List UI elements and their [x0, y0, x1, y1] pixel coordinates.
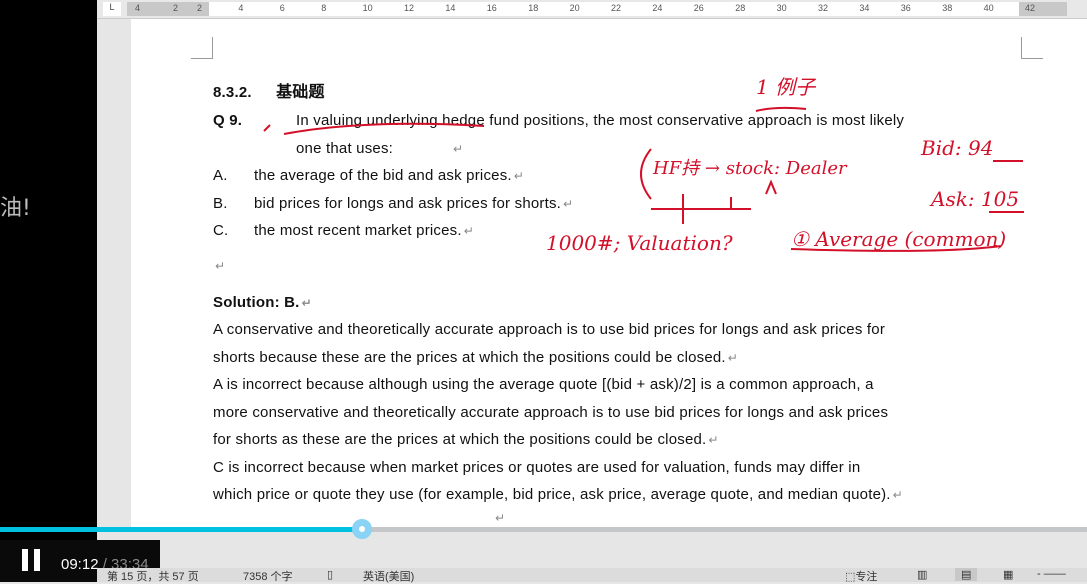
ruler-tick: 34: [859, 3, 870, 13]
document-page[interactable]: 8.3.2. 基础题 Q 9. In valuing underlying he…: [131, 19, 1087, 529]
zoom-slider[interactable]: - ——: [1037, 568, 1066, 580]
annotation-valuation: 1000#; Valuation?: [546, 231, 733, 255]
ruler-tick: 36: [900, 3, 911, 13]
annotation-hf-stock: HF持 → stock: Dealer: [653, 158, 847, 179]
ruler-tick: 32: [818, 3, 829, 13]
ruler-tick: 2: [173, 3, 179, 13]
ruler-tick: 24: [652, 3, 663, 13]
video-left-area: 油!: [0, 0, 97, 582]
annotation-ask: Ask: 105: [931, 187, 1020, 211]
ruler-tick: 22: [611, 3, 622, 13]
underline-hedge-fund: [263, 122, 485, 135]
ruler-tick: 14: [445, 3, 456, 13]
ruler-tick: 16: [486, 3, 497, 13]
ruler-tick: 28: [735, 3, 746, 13]
ruler-tick: 30: [776, 3, 787, 13]
ruler-tick: 40: [983, 3, 994, 13]
ruler-tick: 18: [528, 3, 539, 13]
annotation-average: ① Average (common): [791, 227, 1007, 251]
horizontal-ruler[interactable]: L 4 2 2 4 6 8 10 12 14 16 18 20 22 24 26 28 30 32 34 36 38 40…: [97, 0, 1087, 19]
ruler-tick: 8: [321, 3, 327, 13]
ruler-tick: 12: [404, 3, 415, 13]
handwriting-strokes: [263, 106, 1024, 252]
annotation-example: 1 例子: [756, 75, 816, 99]
progress-knob[interactable]: [352, 519, 372, 539]
web-layout-icon[interactable]: ▦: [1003, 568, 1013, 581]
ruler-tick: 10: [362, 3, 373, 13]
ruler-tick: 4: [238, 3, 244, 13]
ruler-tick: 42: [1025, 3, 1036, 13]
annotation-bid: Bid: 94: [921, 136, 994, 160]
ruler-tick: 2: [197, 3, 203, 13]
ruler-tick: 20: [569, 3, 580, 13]
ruler-tick: 38: [942, 3, 953, 13]
read-mode-icon[interactable]: ▥: [917, 568, 927, 581]
current-time: 09:12: [61, 556, 99, 573]
video-progress-bar[interactable]: [0, 519, 1087, 539]
progress-fill: [0, 527, 362, 532]
print-layout-icon[interactable]: ▤: [955, 568, 978, 581]
ruler-tick: 6: [279, 3, 285, 13]
word-status-bar: 第 15 页，共 57 页 7358 个字 ▯ 英语(美国) ⬚专注 ▥ ▤ ▦…: [97, 568, 1087, 583]
proofing-icon[interactable]: ▯: [327, 568, 333, 581]
subtitle-fragment: 油!: [0, 196, 31, 221]
ruler-tick: 26: [693, 3, 704, 13]
pause-button[interactable]: [22, 549, 40, 571]
ruler-tick: 4: [135, 3, 141, 13]
tab-stop-selector[interactable]: L: [103, 2, 121, 16]
